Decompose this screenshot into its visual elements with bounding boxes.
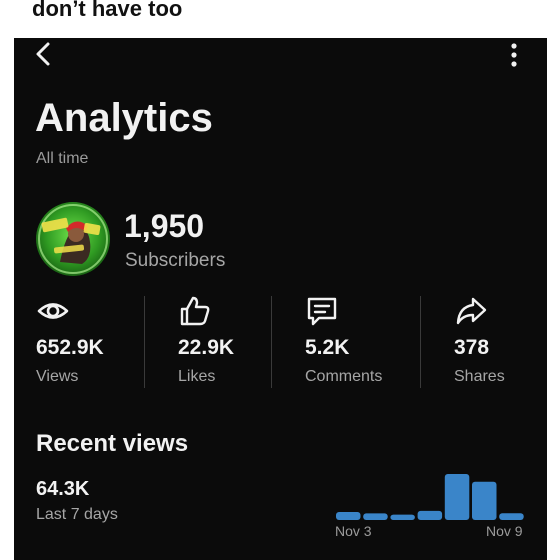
chart-bar-nov-4 <box>363 513 388 520</box>
divider <box>144 296 145 388</box>
chart-bar-nov-8 <box>472 481 497 520</box>
stat-label: Shares <box>454 368 505 385</box>
stat-value: 378 <box>454 336 490 359</box>
stat-value: 5.2K <box>305 336 350 359</box>
chart-bar-nov-3 <box>336 512 361 520</box>
top-bar <box>14 38 547 72</box>
analytics-screen: Analytics All time 1,950 Subscribers 652… <box>14 38 547 560</box>
recent-views-value: 64.3K <box>36 478 90 500</box>
avatar <box>36 202 110 276</box>
more-options-icon[interactable] <box>507 42 521 68</box>
time-range-label: All time <box>36 150 89 167</box>
back-arrow-icon[interactable] <box>30 40 58 68</box>
divider <box>271 296 272 388</box>
stat-value: 22.9K <box>178 336 235 359</box>
eye-icon <box>37 303 69 319</box>
thumbs-up-icon <box>180 296 210 326</box>
share-icon <box>456 297 487 325</box>
stat-label: Likes <box>178 368 216 385</box>
divider <box>420 296 421 388</box>
chart-bar-nov-6 <box>417 510 443 520</box>
chart-start-label: Nov 3 <box>335 523 372 539</box>
stat-value: 652.9K <box>36 336 104 359</box>
chart-bar-nov-9 <box>499 513 524 520</box>
stat-label: Views <box>36 368 79 385</box>
comment-icon <box>307 297 337 326</box>
page-title: Analytics <box>35 96 213 140</box>
recent-views-title: Recent views <box>36 430 189 457</box>
post-caption: don’t have too <box>32 0 183 21</box>
subscriber-label: Subscribers <box>125 250 226 271</box>
stat-label: Comments <box>305 368 383 385</box>
chart-bar-nov-5 <box>390 514 415 520</box>
recent-views-chart[interactable] <box>334 470 526 560</box>
chart-end-label: Nov 9 <box>486 523 523 539</box>
avatar-image <box>36 202 110 276</box>
chart-bar-nov-7 <box>444 474 470 520</box>
subscriber-count: 1,950 <box>124 208 205 244</box>
recent-views-period: Last 7 days <box>36 506 118 523</box>
